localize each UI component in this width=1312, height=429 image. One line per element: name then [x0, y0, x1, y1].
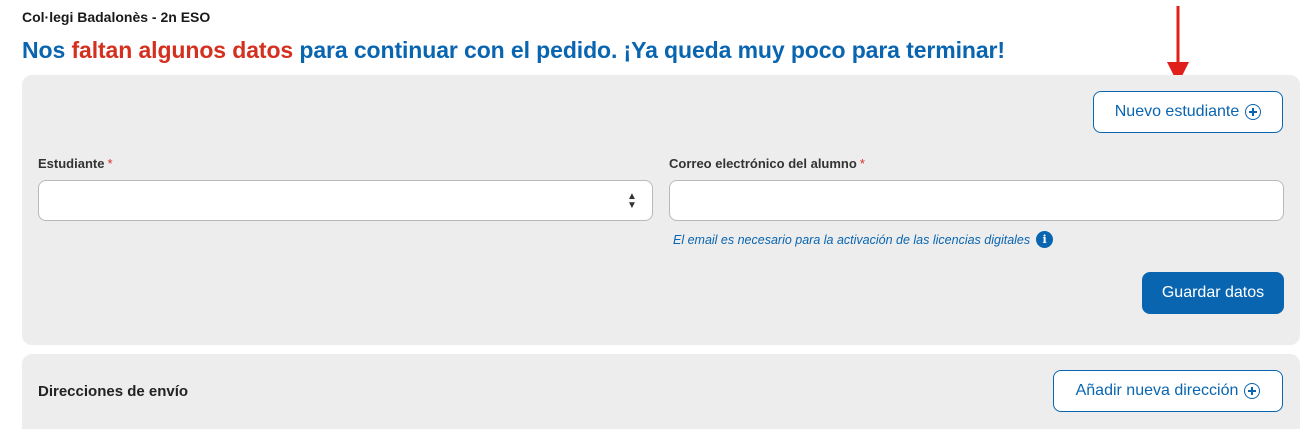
email-label-text: Correo electrónico del alumno — [669, 156, 857, 171]
student-select[interactable]: ▲ ▼ — [38, 180, 653, 221]
new-student-label: Nuevo estudiante — [1114, 103, 1240, 120]
headline-prefix: Nos — [22, 37, 66, 63]
headline-suffix: para continuar con el pedido. ¡Ya queda … — [299, 37, 1005, 63]
save-data-button[interactable]: Guardar datos — [1142, 272, 1284, 314]
email-label: Correo electrónico del alumno * — [669, 156, 865, 171]
required-mark: * — [107, 156, 113, 171]
page-headline: Nos faltan algunos datos para continuar … — [22, 37, 1005, 64]
required-mark: * — [859, 156, 865, 171]
email-helper: El email es necesario para la activación… — [673, 231, 1054, 248]
chevron-up-down-icon: ▲ ▼ — [627, 191, 637, 211]
email-field[interactable] — [669, 180, 1284, 221]
add-address-label: Añadir nueva dirección — [1075, 382, 1239, 399]
address-panel: Direcciones de envío Añadir nueva direcc… — [22, 354, 1300, 429]
student-label-text: Estudiante — [38, 156, 105, 171]
plus-circle-icon — [1245, 104, 1262, 120]
headline-highlight: faltan algunos datos — [71, 37, 294, 63]
school-course-title: Col·legi Badalonès - 2n ESO — [22, 9, 211, 25]
new-student-button[interactable]: Nuevo estudiante — [1093, 91, 1283, 133]
email-helper-text: El email es necesario para la activación… — [673, 232, 1031, 247]
student-panel: Nuevo estudiante Estudiante * ▲ ▼ Correo e… — [22, 75, 1300, 345]
student-label: Estudiante * — [38, 156, 113, 171]
plus-circle-icon — [1244, 383, 1261, 399]
red-down-arrow-icon — [1167, 6, 1189, 84]
add-address-button[interactable]: Añadir nueva dirección — [1053, 370, 1283, 412]
address-section-title: Direcciones de envío — [38, 383, 189, 400]
info-icon[interactable]: i — [1036, 231, 1054, 248]
